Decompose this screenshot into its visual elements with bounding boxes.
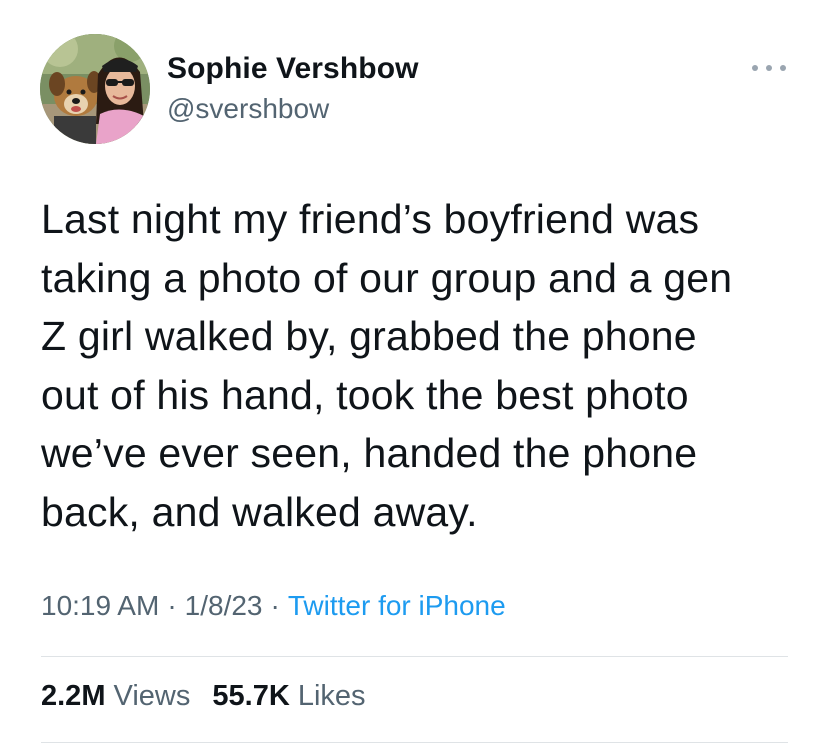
tweet-metadata: 10:19 AM · 1/8/23 · Twitter for iPhone — [41, 590, 506, 622]
views-count: 2.2M — [41, 680, 106, 712]
tweet-time[interactable]: 10:19 AM — [41, 590, 159, 621]
divider — [41, 742, 788, 743]
likes-stat[interactable]: 55.7K Likes — [212, 680, 365, 712]
avatar[interactable] — [40, 34, 150, 144]
likes-count: 55.7K — [212, 680, 290, 712]
meta-separator: · — [167, 590, 177, 621]
more-dot — [766, 65, 772, 71]
more-dot — [752, 65, 758, 71]
user-handle[interactable]: @svershbow — [167, 93, 329, 125]
tweet-date[interactable]: 1/8/23 — [185, 590, 263, 621]
tweet-stats: 2.2M Views 55.7K Likes — [41, 680, 366, 713]
tweet-source-link[interactable]: Twitter for iPhone — [288, 590, 506, 621]
divider — [41, 656, 788, 657]
likes-label: Likes — [297, 680, 366, 712]
display-name[interactable]: Sophie Vershbow — [167, 52, 419, 86]
views-label: Views — [113, 680, 191, 712]
tweet-text: Last night my friend’s boyfriend was tak… — [41, 196, 733, 535]
tweet-card: Sophie Vershbow @svershbow Last night my… — [0, 0, 828, 745]
meta-separator: · — [270, 590, 280, 621]
views-stat[interactable]: 2.2M Views — [41, 680, 190, 712]
avatar-photo-icon — [40, 34, 150, 144]
more-dot — [780, 65, 786, 71]
more-options-icon[interactable] — [752, 58, 786, 78]
